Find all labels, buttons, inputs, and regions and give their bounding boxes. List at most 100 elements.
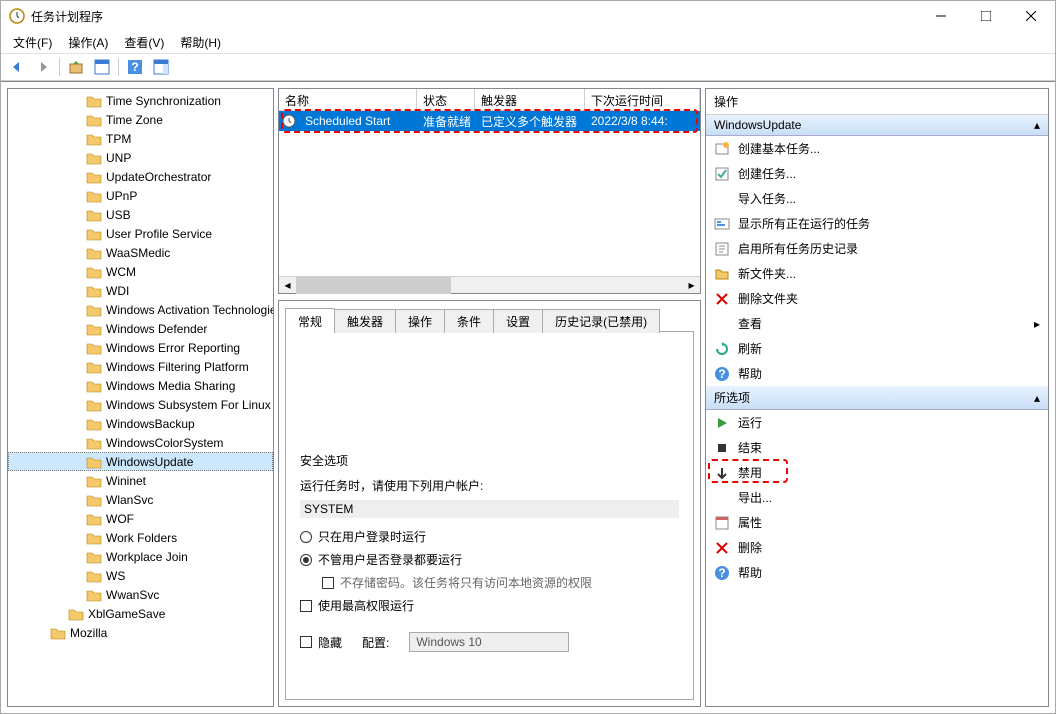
maximize-button[interactable]	[963, 2, 1008, 31]
col-trigger[interactable]: 触发器	[475, 89, 585, 110]
tree-item[interactable]: Windows Media Sharing	[8, 376, 273, 395]
action-end[interactable]: 结束	[706, 435, 1048, 460]
action-show-running[interactable]: 显示所有正在运行的任务	[706, 211, 1048, 236]
task-list[interactable]: 名称 状态 触发器 下次运行时间 Scheduled Start 准备就绪 已定…	[278, 88, 701, 294]
tab-general[interactable]: 常规	[285, 308, 335, 332]
menu-view[interactable]: 查看(V)	[116, 32, 172, 53]
action-section-folder[interactable]: WindowsUpdate ▴	[706, 115, 1048, 136]
tree-item[interactable]: WindowsUpdate	[8, 452, 273, 471]
tree-item[interactable]: WS	[8, 566, 273, 585]
folder-icon	[86, 379, 102, 393]
menu-help[interactable]: 帮助(H)	[172, 32, 229, 53]
action-properties[interactable]: 属性	[706, 510, 1048, 535]
tree-item[interactable]: User Profile Service	[8, 224, 273, 243]
title-bar: 任务计划程序	[1, 1, 1055, 31]
tree-item[interactable]: WlanSvc	[8, 490, 273, 509]
folder-icon	[86, 588, 102, 602]
h-scrollbar[interactable]: ◂ ▸	[279, 276, 700, 293]
folder-icon	[68, 607, 84, 621]
tree-item[interactable]: WCM	[8, 262, 273, 281]
tree-item[interactable]: UpdateOrchestrator	[8, 167, 273, 186]
tree-item-label: Windows Activation Technologies	[106, 303, 274, 317]
action-export[interactable]: 导出...	[706, 485, 1048, 510]
tree-item[interactable]: Mozilla	[8, 623, 273, 642]
clock-icon	[281, 113, 297, 129]
cell-next: 2022/3/8 8:44:	[585, 114, 700, 128]
tree-item[interactable]: WOF	[8, 509, 273, 528]
tree-item[interactable]: Windows Filtering Platform	[8, 357, 273, 376]
col-next[interactable]: 下次运行时间	[585, 89, 700, 110]
action-disable[interactable]: 禁用	[706, 460, 1048, 485]
tree-item[interactable]: TPM	[8, 129, 273, 148]
tree-item[interactable]: Work Folders	[8, 528, 273, 547]
forward-button[interactable]	[31, 56, 55, 78]
panel-button-1[interactable]	[90, 56, 114, 78]
back-button[interactable]	[5, 56, 29, 78]
col-status[interactable]: 状态	[417, 89, 475, 110]
tree-item[interactable]: Time Synchronization	[8, 91, 273, 110]
radio-anylogin[interactable]	[300, 554, 312, 566]
panel-button-2[interactable]	[149, 56, 173, 78]
close-button[interactable]	[1008, 2, 1053, 31]
action-run[interactable]: 运行	[706, 410, 1048, 435]
action-create-task[interactable]: 创建任务...	[706, 161, 1048, 186]
tree-item[interactable]: Time Zone	[8, 110, 273, 129]
col-name[interactable]: 名称	[279, 89, 417, 110]
action-enable-history[interactable]: 启用所有任务历史记录	[706, 236, 1048, 261]
tree-item[interactable]: WindowsBackup	[8, 414, 273, 433]
tree-item-label: WDI	[106, 284, 129, 298]
help-button[interactable]: ?	[123, 56, 147, 78]
tree-item[interactable]: Windows Subsystem For Linux	[8, 395, 273, 414]
tree-item[interactable]: Windows Error Reporting	[8, 338, 273, 357]
config-combo[interactable]: Windows 10	[409, 632, 569, 652]
tree-item[interactable]: UNP	[8, 148, 273, 167]
tab-body[interactable]: 安全选项 运行任务时，请使用下列用户帐户: SYSTEM 只在用户登录时运行 不…	[285, 331, 694, 700]
tree-pane[interactable]: Time Synchronization Time Zone TPMUNPUpdat…	[7, 88, 274, 707]
actions-header: 操作	[706, 89, 1048, 115]
tree-item[interactable]: WwanSvc	[8, 585, 273, 604]
collapse-icon: ▴	[1034, 118, 1040, 132]
tree-item[interactable]: Windows Activation Technologies	[8, 300, 273, 319]
minimize-button[interactable]	[918, 2, 963, 31]
action-view[interactable]: 查看▸	[706, 311, 1048, 336]
tree-item[interactable]: WDI	[8, 281, 273, 300]
action-help2[interactable]: ?帮助	[706, 560, 1048, 585]
tree-item[interactable]: UPnP	[8, 186, 273, 205]
tree-item-label: WOF	[106, 512, 134, 526]
tab-history[interactable]: 历史记录(已禁用)	[542, 309, 660, 333]
tab-conditions[interactable]: 条件	[444, 309, 494, 333]
folder-icon	[86, 569, 102, 583]
action-section-selected[interactable]: 所选项 ▴	[706, 386, 1048, 410]
action-help[interactable]: ?帮助	[706, 361, 1048, 386]
tree-item-label: Windows Error Reporting	[106, 341, 240, 355]
tree-item[interactable]: USB	[8, 205, 273, 224]
tree-item[interactable]: WaaSMedic	[8, 243, 273, 262]
chk-highest[interactable]	[300, 600, 312, 612]
task-row[interactable]: Scheduled Start 准备就绪 已定义多个触发器 2022/3/8 8…	[279, 111, 700, 131]
menu-file[interactable]: 文件(F)	[5, 32, 60, 53]
tree-item[interactable]: Workplace Join	[8, 547, 273, 566]
refresh-icon	[714, 341, 730, 357]
radio-loggedin[interactable]	[300, 531, 312, 543]
tab-actions[interactable]: 操作	[395, 309, 445, 333]
tab-settings[interactable]: 设置	[493, 309, 543, 333]
chk-nostore[interactable]	[322, 577, 334, 589]
tree-item[interactable]: Wininet	[8, 471, 273, 490]
action-new-folder[interactable]: 新文件夹...	[706, 261, 1048, 286]
action-create-basic[interactable]: 创建基本任务...	[706, 136, 1048, 161]
tree-item[interactable]: WindowsColorSystem	[8, 433, 273, 452]
scroll-right-icon[interactable]: ▸	[683, 277, 700, 294]
menu-action[interactable]: 操作(A)	[60, 32, 116, 53]
action-refresh[interactable]: 刷新	[706, 336, 1048, 361]
tree-item[interactable]: Windows Defender	[8, 319, 273, 338]
tree-item-label: Time Zone	[106, 113, 163, 127]
action-import[interactable]: 导入任务...	[706, 186, 1048, 211]
tree-item[interactable]: XblGameSave	[8, 604, 273, 623]
action-delete[interactable]: 删除	[706, 535, 1048, 560]
up-button[interactable]	[64, 56, 88, 78]
scroll-left-icon[interactable]: ◂	[279, 277, 296, 294]
action-delete-folder[interactable]: 删除文件夹	[706, 286, 1048, 311]
chk-hidden[interactable]	[300, 636, 312, 648]
tab-triggers[interactable]: 触发器	[334, 309, 396, 333]
tree-item-label: USB	[106, 208, 131, 222]
